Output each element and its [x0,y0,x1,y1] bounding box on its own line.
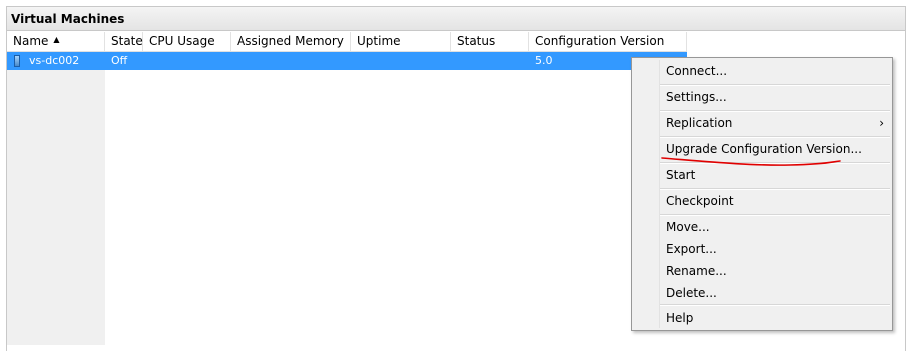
menu-item-delete[interactable]: Delete... [660,282,890,304]
menu-item-replication[interactable]: Replication › [660,112,890,134]
column-header-configuration-version[interactable]: Configuration Version [529,32,687,51]
menu-item-move[interactable]: Move... [660,216,890,238]
menu-item-rename[interactable]: Rename... [660,260,890,282]
panel-title: Virtual Machines [7,7,905,31]
name-column-background [7,52,105,345]
column-header-assigned-memory[interactable]: Assigned Memory [231,32,351,51]
menu-separator [660,304,890,306]
menu-item-help[interactable]: Help [660,307,890,329]
column-header-uptime[interactable]: Uptime [351,32,451,51]
menu-item-export[interactable]: Export... [660,238,890,260]
menu-item-replication-label: Replication [666,116,733,130]
row-assigned-memory [231,52,351,70]
column-header-status[interactable]: Status [451,32,529,51]
red-underline-annotation [661,157,841,166]
table-row[interactable]: vs-dc002 Off 5.0 [7,52,687,70]
sort-ascending-icon: ▲ [53,35,60,44]
chevron-right-icon: › [879,116,884,130]
row-status [451,52,529,70]
column-header-name-label: Name [13,34,49,48]
context-menu: Connect... Settings... Replication › Upg… [631,57,893,331]
row-name: vs-dc002 [29,54,80,67]
column-header-name[interactable]: Name ▲ [7,32,105,51]
column-header-state[interactable]: State [105,32,143,51]
row-configuration-version: 5.0 [535,54,553,67]
menu-item-connect[interactable]: Connect... [660,60,890,82]
row-uptime [351,52,451,70]
column-header-row: Name ▲ State CPU Usage Assigned Memory Up… [7,32,687,52]
row-cpu-usage [143,52,231,70]
column-header-cpu-usage[interactable]: CPU Usage [143,32,231,51]
vm-icon [14,55,20,67]
menu-item-checkpoint[interactable]: Checkpoint [660,190,890,212]
row-state: Off [111,54,128,67]
menu-item-settings[interactable]: Settings... [660,86,890,108]
